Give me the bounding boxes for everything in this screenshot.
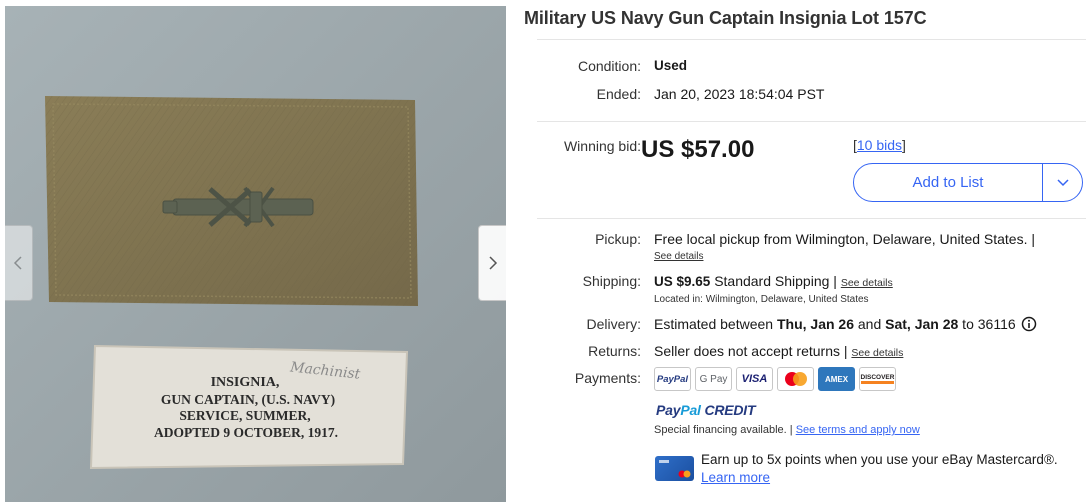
amex-logo: AMEX [818,367,855,391]
delivery-mid: and [854,316,886,332]
shipping-label: Shipping: [582,273,641,289]
visa-logo: VISA [736,367,773,391]
shipping-value: US $9.65 Standard Shipping | See details [654,273,893,289]
paypal-logo-text: PayPal [656,373,689,385]
pickup-separator: | [1027,231,1036,247]
ended-label: Ended: [596,86,641,102]
condition-label: Condition: [577,58,641,74]
item-location: Located in: Wilmington, Delaware, United… [654,294,869,305]
shipping-separator: | [829,273,841,289]
winning-bid-label: Winning bid: [563,138,641,154]
shipping-method: Standard Shipping [714,273,830,289]
returns-separator: | [840,343,852,359]
paypal-credit-logo: PayPal CREDIT [656,402,756,418]
payment-methods: PayPal G Pay VISA AMEX DISCOVER [654,367,896,391]
ebay-mastercard-promo: Earn up to 5x points when you use your e… [701,451,1058,486]
delivery-zip: to 36116 [958,316,1016,332]
pickup-value: Free local pickup from Wilmington, Delaw… [654,231,1035,247]
chevron-left-icon [13,256,22,270]
label-line-3: SERVICE, SUMMER, [179,408,310,423]
chevron-right-icon [489,256,498,270]
discover-logo: DISCOVER [859,367,896,391]
previous-image-button[interactable] [5,225,33,301]
paypal-credit-pay: Pay [656,402,681,418]
bid-history-link[interactable]: 10 bids [857,137,902,153]
discover-logo-text: DISCOVER [860,374,895,384]
winning-bid-price: US $57.00 [641,136,755,163]
returns-value: Seller does not accept returns | See det… [654,343,903,359]
delivery-prefix: Estimated between [654,316,777,332]
visa-logo-text: VISA [741,373,768,385]
item-title: Military US Navy Gun Captain Insignia Lo… [524,8,927,28]
returns-label: Returns: [588,343,641,359]
item-details-panel: Military US Navy Gun Captain Insignia Lo… [524,0,1086,502]
chevron-down-icon [1056,178,1069,186]
add-to-list-button[interactable]: Add to List [854,164,1042,201]
shipping-see-details-link[interactable]: See details [841,277,893,289]
credit-card-icon [659,460,691,478]
divider [537,218,1086,219]
add-to-list-button-group: Add to List [853,163,1083,202]
financing-apply-link[interactable]: See terms and apply now [796,424,920,436]
label-line-4: ADOPTED 9 OCTOBER, 1917. [154,425,338,440]
add-to-list-dropdown-button[interactable] [1042,164,1082,201]
bid-bracket-close: ] [902,137,906,153]
mastercard-logo [777,367,814,391]
label-line-2: GUN CAPTAIN, (U.S. NAVY) [161,392,335,407]
google-pay-logo: G Pay [695,367,732,391]
paypal-credit-pal: Pal [680,402,701,418]
paypal-credit-word: CREDIT [704,402,756,418]
financing-separator: | [786,424,796,436]
condition-value: Used [654,58,688,73]
pickup-see-details-link[interactable]: See details [654,251,703,262]
mastercard-icon [784,372,807,386]
amex-logo-text: AMEX [824,374,849,384]
info-icon[interactable] [1021,316,1037,332]
delivery-start-date: Thu, Jan 26 [776,316,854,332]
payments-label: Payments: [574,370,641,386]
financing-text: Special financing available. [654,424,787,436]
label-line-1: INSIGNIA, [211,375,280,390]
divider [537,39,1086,40]
item-photo[interactable]: INSIGNIA, GUN CAPTAIN, (U.S. NAVY) SERVI… [5,6,506,502]
next-image-button[interactable] [478,225,506,301]
delivery-end-date: Sat, Jan 28 [885,316,959,332]
pickup-label: Pickup: [595,231,641,247]
ended-value: Jan 20, 2023 18:54:04 PST [654,86,825,102]
ebay-mastercard-icon [655,456,694,481]
delivery-value: Estimated between Thu, Jan 26 and Sat, J… [654,316,1037,332]
ebay-mastercard-text: Earn up to 5x points when you use your e… [701,452,1058,467]
pickup-text: Free local pickup from Wilmington, Delaw… [654,231,1028,247]
learn-more-link[interactable]: Learn more [701,469,770,486]
shipping-price: US $9.65 [654,274,711,289]
returns-text: Seller does not accept returns [654,343,840,359]
delivery-label: Delivery: [586,316,641,332]
divider [537,121,1086,122]
returns-see-details-link[interactable]: See details [851,347,903,359]
google-pay-logo-text: G Pay [699,373,728,385]
item-image-gallery[interactable]: INSIGNIA, GUN CAPTAIN, (U.S. NAVY) SERVI… [5,6,506,502]
financing-info: Special financing available. | See terms… [654,424,920,436]
bid-count: [10 bids] [853,137,906,153]
paypal-logo: PayPal [654,367,691,391]
